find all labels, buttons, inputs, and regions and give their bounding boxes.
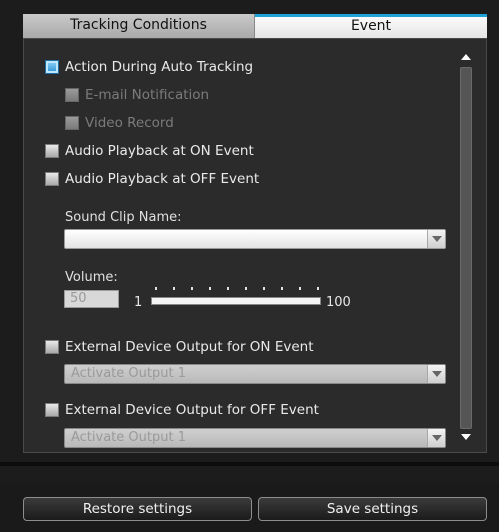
volume-slider[interactable] <box>151 297 321 305</box>
external-off-event-label: External Device Output for OFF Event <box>65 402 319 418</box>
sound-clip-select[interactable] <box>64 229 446 249</box>
checkbox-icon <box>65 88 79 102</box>
chevron-down-icon <box>427 429 445 447</box>
video-record-label: Video Record <box>85 115 174 131</box>
external-off-event-row[interactable]: External Device Output for OFF Event <box>45 401 319 419</box>
restore-settings-button[interactable]: Restore settings <box>23 497 252 521</box>
save-settings-button[interactable]: Save settings <box>258 497 487 521</box>
checkbox-icon[interactable] <box>45 403 59 417</box>
volume-label: Volume: <box>65 270 118 285</box>
checkbox-icon[interactable] <box>45 60 59 74</box>
event-settings-window: Tracking Conditions Event Action During … <box>0 0 499 532</box>
tab-tracking-conditions[interactable]: Tracking Conditions <box>23 14 255 38</box>
chevron-down-icon[interactable] <box>427 230 445 248</box>
volume-input: 50 <box>64 290 119 308</box>
external-on-output-value: Activate Output 1 <box>71 366 186 381</box>
vertical-scrollbar[interactable] <box>455 49 477 449</box>
checkbox-icon[interactable] <box>45 340 59 354</box>
tab-event[interactable]: Event <box>255 14 487 38</box>
external-off-output-value: Activate Output 1 <box>71 430 186 445</box>
volume-max-label: 100 <box>326 295 351 310</box>
external-off-output-select: Activate Output 1 <box>64 428 446 448</box>
email-notification-label: E-mail Notification <box>85 87 210 103</box>
checkbox-icon <box>65 116 79 130</box>
external-on-event-row[interactable]: External Device Output for ON Event <box>45 338 314 356</box>
action-during-auto-tracking-label: Action During Auto Tracking <box>65 59 254 75</box>
sound-clip-name-label: Sound Clip Name: <box>65 210 182 225</box>
external-on-output-select: Activate Output 1 <box>64 364 446 384</box>
video-record-row: Video Record <box>65 114 174 132</box>
checkbox-icon[interactable] <box>45 144 59 158</box>
action-during-auto-tracking-row[interactable]: Action During Auto Tracking <box>45 58 253 76</box>
arrow-up-icon[interactable] <box>458 49 474 65</box>
scrollbar-thumb[interactable] <box>460 67 472 429</box>
volume-slider-ticks <box>155 287 320 291</box>
audio-off-event-row[interactable]: Audio Playback at OFF Event <box>45 170 259 188</box>
checkbox-icon[interactable] <box>45 172 59 186</box>
external-on-event-label: External Device Output for ON Event <box>65 339 314 355</box>
audio-off-event-label: Audio Playback at OFF Event <box>65 171 260 187</box>
divider <box>0 462 499 466</box>
chevron-down-icon <box>427 365 445 383</box>
email-notification-row: E-mail Notification <box>65 86 209 104</box>
arrow-down-icon[interactable] <box>458 429 474 445</box>
event-panel: Action During Auto Tracking E-mail Notif… <box>23 38 487 453</box>
audio-on-event-label: Audio Playback at ON Event <box>65 143 254 159</box>
volume-min-label: 1 <box>134 295 143 310</box>
audio-on-event-row[interactable]: Audio Playback at ON Event <box>45 142 254 160</box>
